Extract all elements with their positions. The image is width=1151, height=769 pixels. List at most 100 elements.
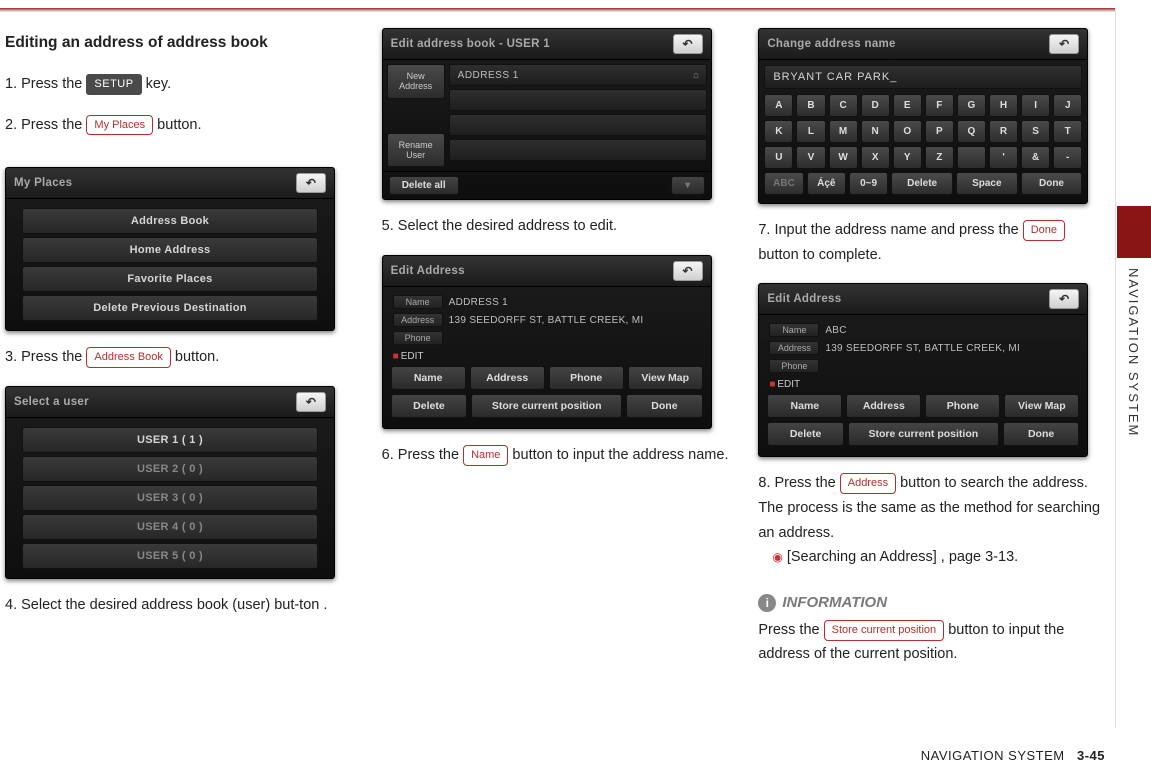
edit-section-label-2: ■EDIT — [761, 375, 1085, 390]
kbd-row-2: K L M N O P Q R S T — [764, 120, 1082, 143]
done-button[interactable]: Done — [626, 394, 703, 418]
field-phone-row: Phone — [385, 329, 709, 347]
key-p[interactable]: P — [925, 120, 954, 143]
key-y[interactable]: Y — [893, 146, 922, 169]
key-space[interactable]: Space — [956, 172, 1018, 195]
store-position-button-2[interactable]: Store current position — [848, 422, 999, 446]
delete-all-button[interactable]: Delete all — [389, 176, 459, 195]
address-book-pill: Address Book — [86, 347, 170, 368]
step-8-text-a: 8. Press the — [758, 475, 839, 491]
section-marker — [1117, 206, 1151, 258]
back-button[interactable]: ↶ — [296, 173, 326, 193]
key-numeric-mode[interactable]: 0~9 — [849, 172, 888, 195]
user-row-5[interactable]: USER 5 ( 0 ) — [22, 543, 318, 569]
key-apostrophe[interactable]: ' — [989, 146, 1018, 169]
key-delete[interactable]: Delete — [891, 172, 953, 195]
step-2: 2. Press the My Places button. — [5, 113, 356, 138]
my-places-item-home[interactable]: Home Address — [22, 237, 318, 263]
edit-address-2-titlebar: Edit Address ↶ — [759, 284, 1087, 315]
key-c[interactable]: C — [829, 94, 858, 117]
step-2-text-b: button. — [153, 117, 201, 133]
address-button[interactable]: Address — [470, 366, 545, 390]
key-e[interactable]: E — [893, 94, 922, 117]
address-button-2[interactable]: Address — [846, 394, 921, 418]
key-d[interactable]: D — [861, 94, 890, 117]
user-row-2[interactable]: USER 2 ( 0 ) — [22, 456, 318, 482]
key-m[interactable]: M — [829, 120, 858, 143]
view-map-button-2[interactable]: View Map — [1004, 394, 1079, 418]
name-value-2: ABC — [825, 325, 846, 336]
store-position-button[interactable]: Store current position — [471, 394, 622, 418]
my-places-item-delete-prev[interactable]: Delete Previous Destination — [22, 295, 318, 321]
key-b[interactable]: B — [796, 94, 825, 117]
key-v[interactable]: V — [796, 146, 825, 169]
key-r[interactable]: R — [989, 120, 1018, 143]
ref-text: [Searching an Address] , page 3-13. — [787, 549, 1018, 565]
edit-address-body: Name ADDRESS 1 Address 139 SEEDORFF ST, … — [383, 287, 711, 428]
keyboard-input[interactable]: BRYANT CAR PARK_ — [764, 65, 1082, 89]
back-button[interactable]: ↶ — [673, 34, 703, 54]
keyboard-title: Change address name — [767, 38, 895, 50]
key-dash[interactable]: - — [1053, 146, 1082, 169]
key-n[interactable]: N — [861, 120, 890, 143]
key-k[interactable]: K — [764, 120, 793, 143]
step-1-text-b: key. — [142, 76, 172, 92]
step-6-text-a: 6. Press the — [382, 447, 463, 463]
key-l[interactable]: L — [796, 120, 825, 143]
key-z[interactable]: Z — [925, 146, 954, 169]
key-h[interactable]: H — [989, 94, 1018, 117]
scroll-down-button[interactable]: ▾ — [671, 176, 705, 195]
address-label-2: Address — [769, 341, 819, 355]
key-done[interactable]: Done — [1021, 172, 1083, 195]
phone-button[interactable]: Phone — [549, 366, 624, 390]
key-a[interactable]: A — [764, 94, 793, 117]
my-places-pill: My Places — [86, 115, 153, 136]
key-w[interactable]: W — [829, 146, 858, 169]
back-icon: ↶ — [1059, 292, 1069, 306]
done-button-2[interactable]: Done — [1003, 422, 1080, 446]
my-places-item-address-book[interactable]: Address Book — [22, 208, 318, 234]
key-f[interactable]: F — [925, 94, 954, 117]
user-row-4[interactable]: USER 4 ( 0 ) — [22, 514, 318, 540]
address-slot-2[interactable] — [449, 89, 707, 111]
key-abc-mode[interactable]: ABC — [764, 172, 803, 195]
step-7-text-a: 7. Input the address name and press the — [758, 222, 1022, 238]
name-button-2[interactable]: Name — [767, 394, 842, 418]
back-icon: ↶ — [306, 176, 316, 190]
key-u[interactable]: U — [764, 146, 793, 169]
back-button[interactable]: ↶ — [1049, 34, 1079, 54]
name-button[interactable]: Name — [391, 366, 466, 390]
back-button[interactable]: ↶ — [673, 261, 703, 281]
key-x[interactable]: X — [861, 146, 890, 169]
my-places-item-favorite[interactable]: Favorite Places — [22, 266, 318, 292]
phone-button-2[interactable]: Phone — [925, 394, 1000, 418]
key-o[interactable]: O — [893, 120, 922, 143]
back-button[interactable]: ↶ — [296, 392, 326, 412]
new-address-button[interactable]: New Address — [387, 64, 445, 99]
address-slot-1[interactable]: ADDRESS 1⌂ — [449, 64, 707, 86]
key-ampersand[interactable]: & — [1021, 146, 1050, 169]
key-i[interactable]: I — [1021, 94, 1050, 117]
keyboard-panel: Change address name ↶ BRYANT CAR PARK_ A… — [758, 28, 1088, 204]
key-j[interactable]: J — [1053, 94, 1082, 117]
key-t[interactable]: T — [1053, 120, 1082, 143]
key-q[interactable]: Q — [957, 120, 986, 143]
rename-user-button[interactable]: Rename User — [387, 133, 445, 168]
step-2-text-a: 2. Press the — [5, 117, 86, 133]
address-slot-3[interactable] — [449, 114, 707, 136]
back-button[interactable]: ↶ — [1049, 289, 1079, 309]
name-label: Name — [393, 295, 443, 309]
key-accent-mode[interactable]: Áçê — [807, 172, 846, 195]
key-blank[interactable] — [957, 146, 986, 169]
delete-button[interactable]: Delete — [391, 394, 468, 418]
user-row-1[interactable]: USER 1 ( 1 ) — [22, 427, 318, 453]
key-s[interactable]: S — [1021, 120, 1050, 143]
key-g[interactable]: G — [957, 94, 986, 117]
user-row-3[interactable]: USER 3 ( 0 ) — [22, 485, 318, 511]
view-map-button[interactable]: View Map — [628, 366, 703, 390]
edit-label-text-2: EDIT — [777, 379, 800, 390]
delete-button-2[interactable]: Delete — [767, 422, 844, 446]
address-slot-4[interactable] — [449, 139, 707, 161]
my-places-titlebar: My Places ↶ — [6, 168, 334, 199]
step-4: 4. Select the desired address book (user… — [5, 593, 356, 618]
